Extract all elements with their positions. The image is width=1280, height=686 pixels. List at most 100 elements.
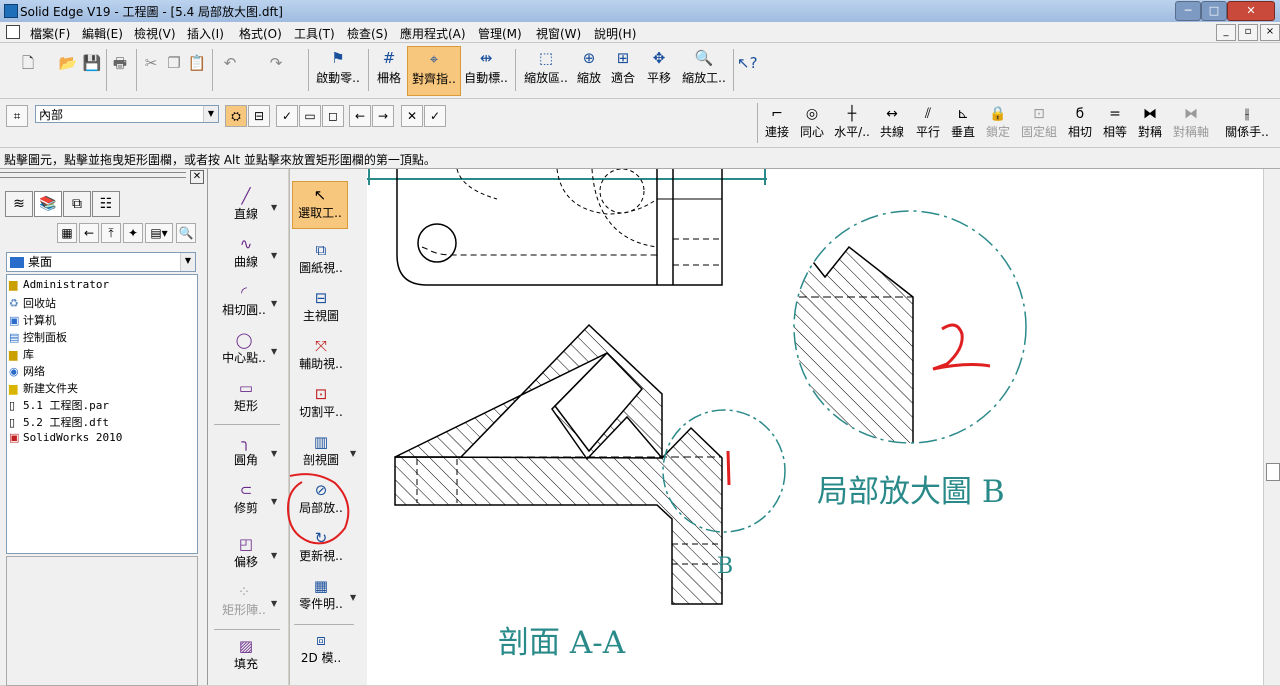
cutting-plane-button[interactable]: ⊡ 切割平.. xyxy=(292,385,350,420)
maximize-button[interactable]: □ xyxy=(1201,1,1227,21)
scrollbar-thumb[interactable] xyxy=(1266,463,1280,481)
relation-parallel-button[interactable]: ⫽ 平行 xyxy=(913,105,943,143)
copy-icon[interactable]: ❐ xyxy=(164,53,184,73)
alignment-indicator-button[interactable]: ⌖ 對齊指.. xyxy=(407,46,461,96)
section-view-button[interactable]: ▥ 剖視圖 xyxy=(292,433,350,468)
relation-equal-button[interactable]: = 相等 xyxy=(1100,105,1130,143)
menu-manage[interactable]: 管理(M) xyxy=(478,25,522,42)
select-tool-button[interactable]: ↖ 選取工.. xyxy=(292,181,348,229)
list-item[interactable]: ▤ 控制面板 xyxy=(9,329,67,345)
location-combo[interactable]: 桌面 ▼ xyxy=(6,252,196,272)
relation-symmetric-button[interactable]: ⧓ 對稱 xyxy=(1135,105,1165,143)
close-button[interactable]: ✕ xyxy=(1227,1,1275,21)
activate-part-button[interactable]: ⚑ 啟動零.. xyxy=(312,46,364,94)
save-icon[interactable]: 💾 xyxy=(82,53,102,73)
principal-view-button[interactable]: ⊟ 主視圖 xyxy=(292,289,350,324)
parts-list-button[interactable]: ▦ 零件明.. xyxy=(292,577,350,612)
mdi-minimize-button[interactable]: _ xyxy=(1216,24,1236,41)
undo-icon[interactable]: ↶ xyxy=(220,53,240,73)
rectangle-tool-button[interactable]: ▭ 矩形 xyxy=(216,379,276,414)
new-icon[interactable]: 🗋 xyxy=(18,53,38,73)
drawing-view-button[interactable]: ⧉ 圖紙視.. xyxy=(292,241,350,276)
mdi-restore-button[interactable]: ▫ xyxy=(1238,24,1258,41)
update-views-button[interactable]: ↻ 更新視.. xyxy=(292,529,350,564)
zoom-tool-button[interactable]: 🔍 縮放工.. xyxy=(678,46,730,94)
layer-active-icon[interactable]: ⛭ xyxy=(225,105,247,127)
chevron-down-icon[interactable]: ▼ xyxy=(271,551,277,560)
relation-concentric-button[interactable]: ◎ 同心 xyxy=(797,105,827,143)
pane-close-icon[interactable]: ✕ xyxy=(190,170,204,184)
menu-format[interactable]: 格式(O) xyxy=(239,25,282,42)
list-item[interactable]: ▆ Administrator xyxy=(9,278,109,291)
relation-rigid-set-button[interactable]: ⊡ 固定組 xyxy=(1018,105,1060,143)
print-icon[interactable]: 🖶 xyxy=(110,53,130,73)
line-tool-button[interactable]: ╱ 直線 xyxy=(216,187,276,222)
tangent-arc-tool-button[interactable]: ◜ 相切圓.. xyxy=(212,283,276,318)
menu-help[interactable]: 說明(H) xyxy=(594,25,636,42)
menu-edit[interactable]: 編輯(E) xyxy=(82,25,123,42)
list-item[interactable]: ▆ 新建文件夹 xyxy=(9,380,78,396)
redo-icon[interactable]: ↷ xyxy=(266,53,286,73)
back-icon[interactable]: ← xyxy=(79,223,99,243)
list-item[interactable]: ▯ 5.1 工程图.par xyxy=(9,397,109,413)
feature-tab-icon[interactable]: ⧉ xyxy=(63,191,91,217)
arrow-right-icon[interactable]: → xyxy=(372,105,394,127)
search-icon[interactable]: 🔍 xyxy=(176,223,196,243)
library-tab-icon[interactable]: 📚 xyxy=(34,191,62,217)
list-item[interactable]: ▣ 计算机 xyxy=(9,312,56,328)
menu-tools[interactable]: 工具(T) xyxy=(294,25,335,42)
chevron-down-icon[interactable]: ▼ xyxy=(271,299,277,308)
chevron-down-icon[interactable]: ▼ xyxy=(271,203,277,212)
rectangular-pattern-tool-button[interactable]: ⁘ 矩形陣.. xyxy=(212,583,276,618)
menu-inspect[interactable]: 檢查(S) xyxy=(347,25,388,42)
grid-button[interactable]: # 柵格 xyxy=(372,46,406,94)
open-icon[interactable]: 📂 xyxy=(58,53,78,73)
chevron-down-icon[interactable]: ▼ xyxy=(271,497,277,506)
fillet-tool-button[interactable]: ╮ 圓角 xyxy=(216,433,276,468)
chevron-down-icon[interactable]: ▼ xyxy=(350,449,356,458)
auxiliary-view-button[interactable]: ⤧ 輔助視.. xyxy=(292,337,350,372)
help-icon[interactable]: ↖? xyxy=(737,53,758,73)
relation-lock-button[interactable]: 🔒 鎖定 xyxy=(983,105,1013,143)
check-icon[interactable]: ✓ xyxy=(276,105,298,127)
document-icon[interactable] xyxy=(6,25,20,39)
detail-view-button[interactable]: ⊘ 局部放.. xyxy=(292,481,350,516)
vertical-scrollbar[interactable] xyxy=(1263,169,1280,685)
trim-tool-button[interactable]: ⊂ 修剪 xyxy=(216,481,276,516)
relationship-handles-button[interactable]: ⫲ 關係手.. xyxy=(1224,105,1270,143)
fence-overlap-icon[interactable]: ◻ xyxy=(322,105,344,127)
list-item[interactable]: ▯ 5.2 工程图.dft xyxy=(9,414,109,430)
layer-icon[interactable]: ⌗ xyxy=(6,105,28,127)
menu-window[interactable]: 視窗(W) xyxy=(536,25,581,42)
relation-tangent-button[interactable]: ϭ 相切 xyxy=(1065,105,1095,143)
view-options-icon[interactable]: ▤▾ xyxy=(145,223,173,243)
chevron-down-icon[interactable]: ▼ xyxy=(271,251,277,260)
list-item[interactable]: ♻ 回收站 xyxy=(9,295,56,311)
menu-view[interactable]: 檢視(V) xyxy=(134,25,176,42)
chevron-down-icon[interactable]: ▼ xyxy=(271,599,277,608)
chevron-down-icon[interactable]: ▼ xyxy=(203,106,218,122)
cancel-icon[interactable]: ✕ xyxy=(401,105,423,127)
zoom-area-button[interactable]: ⬚ 縮放區.. xyxy=(522,46,570,94)
drawing-canvas[interactable]: 剖面 A-A 局部放大圖 B B 1 2 xyxy=(367,169,1263,685)
arrow-left-icon[interactable]: ← xyxy=(349,105,371,127)
relation-perpendicular-button[interactable]: ⊾ 垂直 xyxy=(948,105,978,143)
new-folder-icon[interactable]: ✦ xyxy=(123,223,143,243)
chevron-down-icon[interactable]: ▼ xyxy=(271,449,277,458)
minimize-button[interactable]: ─ xyxy=(1175,1,1201,21)
alerts-tab-icon[interactable]: ☷ xyxy=(92,191,120,217)
list-item[interactable]: ▣ SolidWorks 2010 xyxy=(9,431,122,444)
menu-insert[interactable]: 插入(I) xyxy=(187,25,224,42)
auto-dimension-button[interactable]: ⇹ 自動標.. xyxy=(463,46,509,94)
chevron-down-icon[interactable]: ▼ xyxy=(271,347,277,356)
2d-model-button[interactable]: ⧈ 2D 模.. xyxy=(292,631,350,666)
view-list-icon[interactable]: ▦ xyxy=(57,223,77,243)
chevron-down-icon[interactable]: ▼ xyxy=(180,253,195,271)
pan-button[interactable]: ✥ 平移 xyxy=(644,46,674,94)
mdi-close-button[interactable]: × xyxy=(1260,24,1280,41)
list-item[interactable]: ▆ 库 xyxy=(9,346,34,362)
chevron-down-icon[interactable]: ▼ xyxy=(350,593,356,602)
list-item[interactable]: ◉ 网络 xyxy=(9,363,45,379)
relation-symmetry-axis-button[interactable]: ⧓ 對稱軸 xyxy=(1170,105,1212,143)
layer-properties-icon[interactable]: ⊟ xyxy=(248,105,270,127)
